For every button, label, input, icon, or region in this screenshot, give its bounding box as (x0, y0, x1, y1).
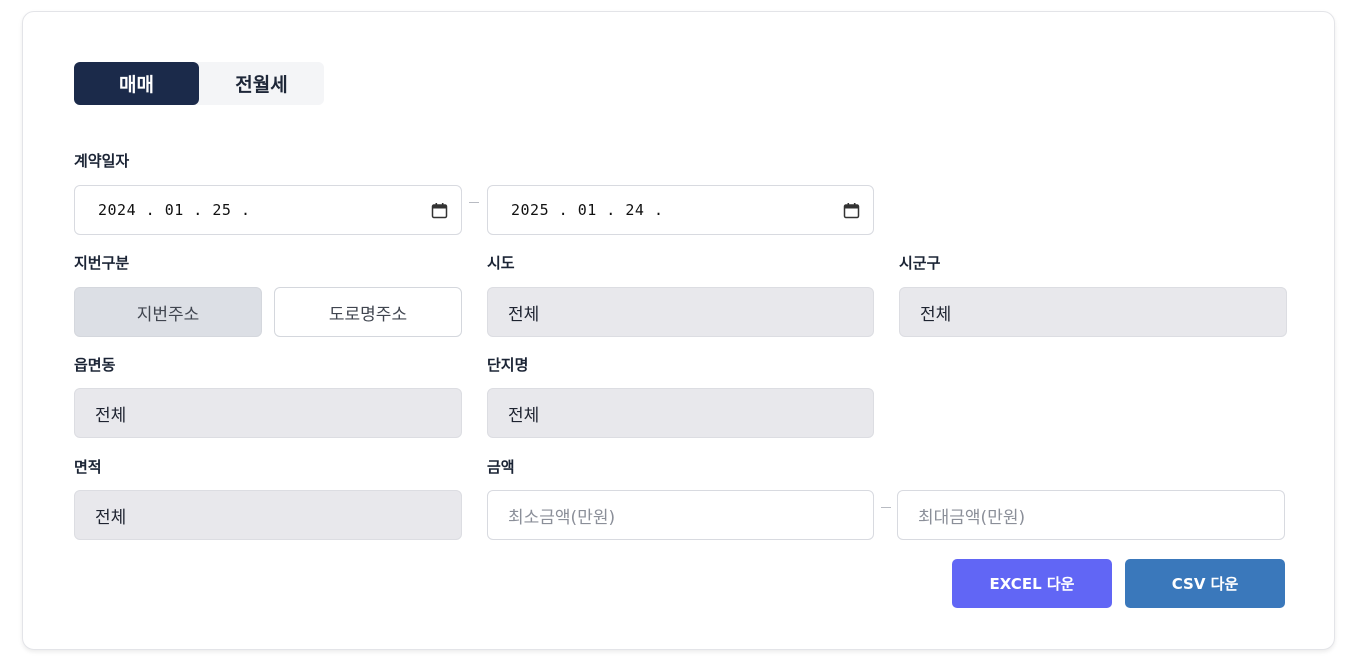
area-value: 전체 (95, 507, 127, 528)
calendar-icon[interactable] (841, 200, 861, 220)
excel-download-button[interactable]: EXCEL 다운 (952, 559, 1112, 608)
trade-type-tabs: 매매 전월세 (74, 62, 324, 105)
sido-select[interactable]: 전체 (487, 287, 874, 337)
amount-label: 금액 (487, 458, 515, 476)
amount-min-placeholder: 최소금액(만원) (508, 507, 616, 528)
calendar-icon[interactable] (429, 200, 449, 220)
contract-date-end-input[interactable]: 2025 . 01 . 24 . (487, 185, 874, 235)
eupmyeondong-select[interactable]: 전체 (74, 388, 462, 438)
lot-type-jibun-button[interactable]: 지번주소 (74, 287, 262, 337)
contract-date-end-value: 2025 . 01 . 24 . (511, 201, 664, 219)
contract-date-start-value: 2024 . 01 . 25 . (98, 201, 251, 219)
lot-type-label: 지번구분 (74, 254, 130, 272)
sido-value: 전체 (508, 304, 540, 325)
complex-name-select[interactable]: 전체 (487, 388, 874, 438)
contract-date-label: 계약일자 (74, 152, 130, 170)
area-label: 면적 (74, 458, 102, 476)
sigungu-label: 시군구 (899, 254, 941, 272)
sigungu-value: 전체 (920, 304, 952, 325)
contract-date-start-input[interactable]: 2024 . 01 . 25 . (74, 185, 462, 235)
complex-name-value: 전체 (508, 405, 540, 426)
lot-type-road-button[interactable]: 도로명주소 (274, 287, 462, 337)
eupmyeondong-label: 읍면동 (74, 356, 116, 374)
amount-max-input[interactable]: 최대금액(만원) (897, 490, 1285, 540)
complex-name-label: 단지명 (487, 356, 529, 374)
tab-sale[interactable]: 매매 (74, 62, 199, 105)
area-select[interactable]: 전체 (74, 490, 462, 540)
tab-rent[interactable]: 전월세 (199, 62, 324, 105)
amount-min-input[interactable]: 최소금액(만원) (487, 490, 874, 540)
amount-range-separator (881, 507, 891, 508)
csv-download-button[interactable]: CSV 다운 (1125, 559, 1285, 608)
sigungu-select[interactable]: 전체 (899, 287, 1287, 337)
amount-max-placeholder: 최대금액(만원) (918, 507, 1026, 528)
eupmyeondong-value: 전체 (95, 405, 127, 426)
sido-label: 시도 (487, 254, 515, 272)
date-range-separator (469, 202, 479, 203)
search-filter-card: 매매 전월세 계약일자 2024 . 01 . 25 . 2025 . 01 .… (22, 11, 1335, 650)
